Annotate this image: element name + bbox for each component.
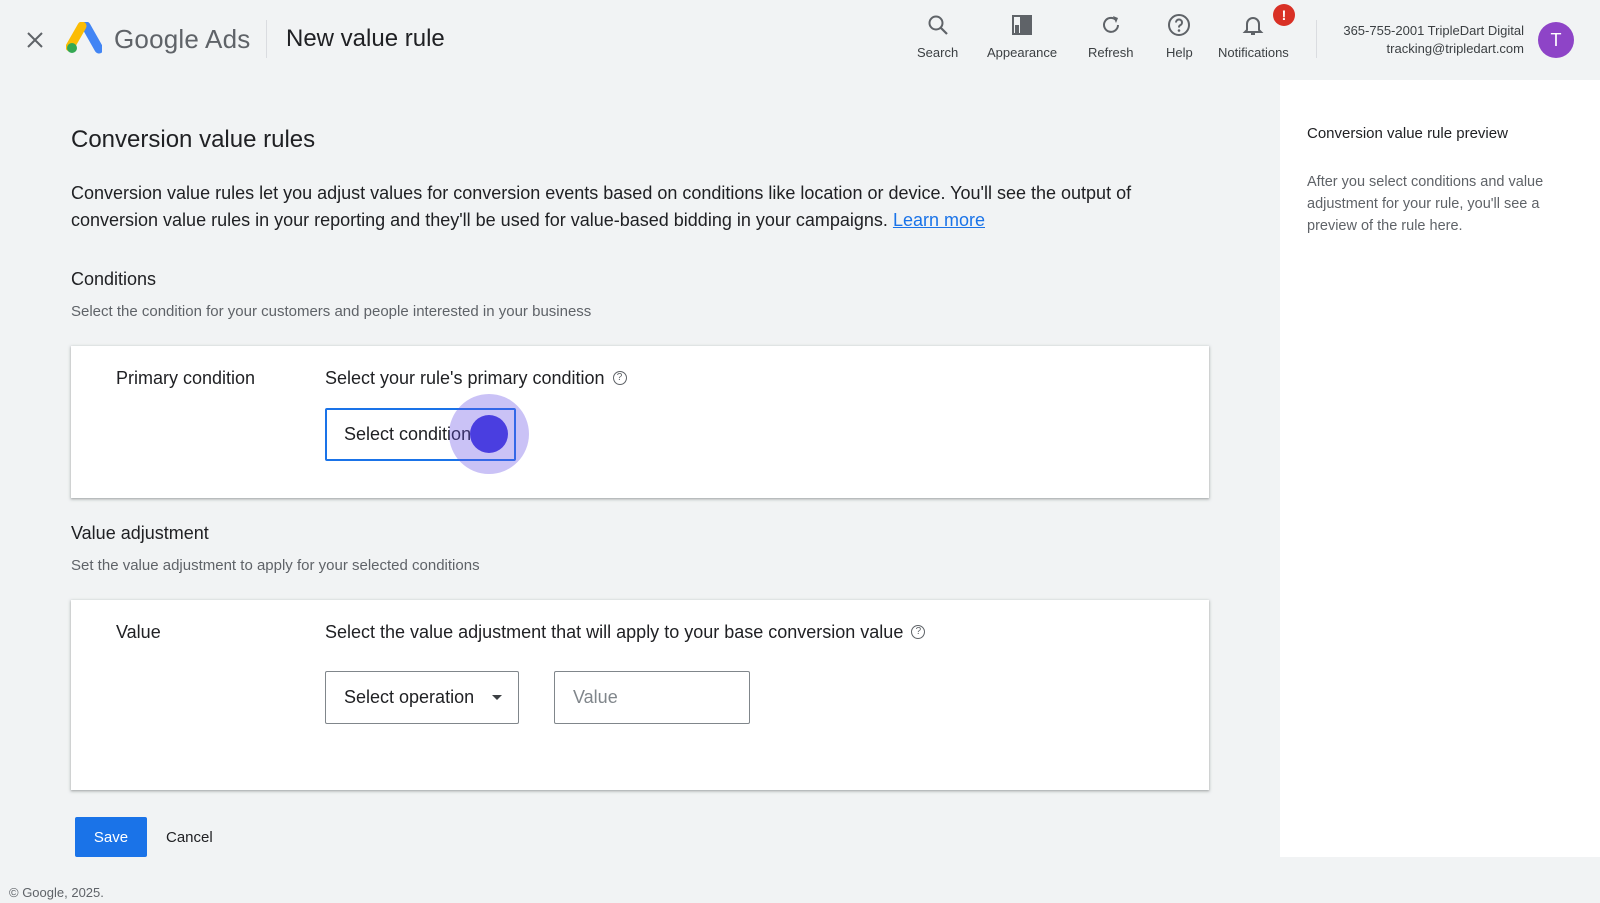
select-operation-text: Select operation bbox=[344, 687, 475, 707]
search-button[interactable]: Search bbox=[917, 10, 958, 64]
refresh-button[interactable]: Refresh bbox=[1088, 10, 1134, 64]
primary-condition-question: Select your rule's primary condition? bbox=[325, 368, 627, 389]
value-adjustment-title: Value adjustment bbox=[71, 523, 209, 543]
primary-condition-question-text: Select your rule's primary condition bbox=[325, 368, 605, 388]
caret-down-icon bbox=[492, 695, 502, 700]
help-icon[interactable]: ? bbox=[911, 624, 926, 639]
account-info[interactable]: 365-755-2001 TripleDart Digital tracking… bbox=[1343, 22, 1524, 58]
notification-badge: ! bbox=[1273, 4, 1295, 26]
help-label: Help bbox=[1166, 45, 1193, 60]
conditions-subtitle: Select the condition for your customers … bbox=[71, 303, 592, 320]
primary-condition-card: Primary condition Select your rule's pri… bbox=[71, 346, 1209, 498]
value-adjustment-card: Value Select the value adjustment that w… bbox=[71, 600, 1209, 790]
value-label: Value bbox=[116, 622, 161, 642]
appearance-label: Appearance bbox=[987, 45, 1058, 60]
account-email: tracking@tripledart.com bbox=[1386, 41, 1524, 56]
cancel-button[interactable]: Cancel bbox=[160, 817, 219, 857]
value-question-text: Select the value adjustment that will ap… bbox=[325, 622, 904, 642]
help-icon[interactable]: ? bbox=[612, 370, 627, 385]
help-icon bbox=[1168, 14, 1191, 36]
learn-more-link[interactable]: Learn more bbox=[893, 210, 985, 230]
rule-preview-panel: Conversion value rule preview After you … bbox=[1280, 80, 1600, 857]
divider bbox=[1316, 20, 1317, 58]
help-button[interactable]: Help bbox=[1166, 10, 1193, 64]
top-bar: Google Ads New value rule Search Appeara… bbox=[0, 0, 1600, 80]
avatar[interactable]: T bbox=[1538, 22, 1574, 58]
page-heading: Conversion value rules bbox=[71, 126, 316, 153]
primary-condition-label: Primary condition bbox=[116, 368, 256, 388]
refresh-label: Refresh bbox=[1088, 45, 1134, 60]
appearance-icon bbox=[1012, 15, 1033, 35]
save-button[interactable]: Save bbox=[75, 817, 147, 857]
close-button[interactable] bbox=[22, 27, 48, 53]
appearance-button[interactable]: Appearance bbox=[987, 10, 1057, 64]
divider bbox=[266, 20, 267, 58]
conditions-title: Conditions bbox=[71, 269, 157, 289]
intro-paragraph: Conversion value rules let you adjust va… bbox=[71, 180, 1211, 234]
search-icon bbox=[928, 15, 948, 35]
google-ads-logo-icon bbox=[66, 22, 102, 54]
footer-copyright: © Google, 2025. bbox=[9, 885, 104, 900]
notifications-button[interactable]: Notifications ! bbox=[1218, 4, 1295, 64]
close-icon bbox=[27, 32, 43, 48]
preview-title: Conversion value rule preview bbox=[1307, 125, 1508, 142]
value-question: Select the value adjustment that will ap… bbox=[325, 622, 926, 643]
value-input[interactable]: Value bbox=[554, 671, 750, 724]
refresh-icon bbox=[1102, 16, 1119, 33]
account-id: 365-755-2001 TripleDart Digital bbox=[1343, 23, 1524, 38]
value-placeholder: Value bbox=[573, 687, 618, 707]
preview-body: After you select conditions and value ad… bbox=[1307, 174, 1544, 234]
select-operation-dropdown[interactable]: Select operation bbox=[325, 671, 519, 724]
value-adjustment-subtitle: Set the value adjustment to apply for yo… bbox=[71, 557, 480, 574]
bell-icon bbox=[1242, 17, 1264, 35]
notifications-label: Notifications bbox=[1218, 45, 1289, 60]
click-indicator-dot bbox=[470, 415, 508, 453]
main-content: Conversion value rules Conversion value … bbox=[0, 80, 1280, 903]
brand-name: Google Ads bbox=[114, 24, 251, 54]
search-label: Search bbox=[917, 45, 959, 60]
page-title: New value rule bbox=[286, 25, 445, 52]
